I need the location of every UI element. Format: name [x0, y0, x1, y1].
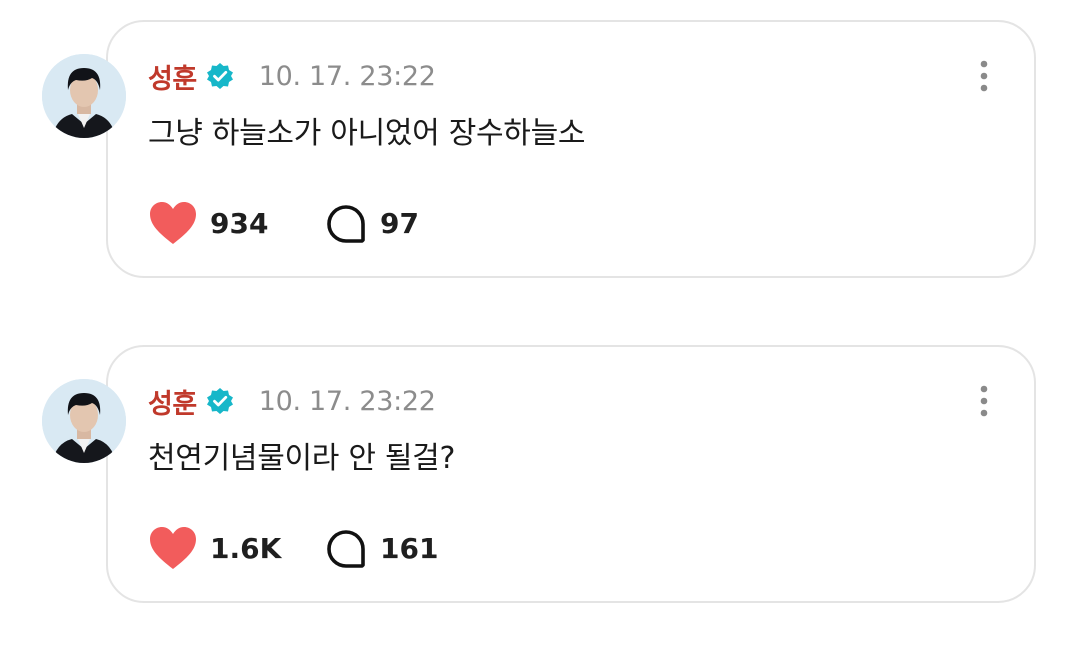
heart-icon — [150, 527, 196, 569]
verified-badge-icon — [205, 386, 235, 416]
comment-count: 97 — [380, 206, 419, 240]
post-item: 성훈 10. 17. 23:22 그냥 하늘소가 아니었어 장수하늘소 934 — [0, 20, 1080, 282]
like-count: 934 — [210, 206, 269, 240]
comment-bubble-icon — [327, 205, 365, 243]
post-actions: 1.6K 161 — [148, 523, 438, 573]
author-name[interactable]: 성훈 — [148, 382, 197, 421]
heart-icon — [150, 202, 196, 244]
post-timestamp: 10. 17. 23:22 — [258, 385, 436, 417]
comment-button[interactable]: 161 — [324, 526, 438, 570]
avatar-image — [42, 54, 126, 138]
post-header: 성훈 10. 17. 23:22 — [148, 56, 436, 96]
comment-button[interactable]: 97 — [324, 201, 419, 245]
avatar[interactable] — [42, 54, 126, 138]
comment-count: 161 — [380, 531, 439, 565]
verified-badge-icon — [205, 61, 235, 91]
more-vertical-icon[interactable] — [972, 58, 996, 94]
post-header: 성훈 10. 17. 23:22 — [148, 381, 436, 421]
avatar[interactable] — [42, 379, 126, 463]
post-text: 그냥 하늘소가 아니었어 장수하늘소 — [148, 116, 586, 151]
post-item: 성훈 10. 17. 23:22 천연기념물이라 안 될걸? 1.6K 161 — [0, 345, 1080, 607]
comment-bubble-icon — [327, 530, 365, 568]
post-text: 천연기념물이라 안 될걸? — [148, 441, 456, 476]
like-button[interactable]: 1.6K — [148, 525, 324, 571]
post-timestamp: 10. 17. 23:22 — [258, 60, 436, 92]
post-actions: 934 97 — [148, 198, 419, 248]
like-button[interactable]: 934 — [148, 200, 324, 246]
more-vertical-icon[interactable] — [972, 383, 996, 419]
like-count: 1.6K — [210, 531, 282, 565]
author-name[interactable]: 성훈 — [148, 57, 197, 96]
avatar-image — [42, 379, 126, 463]
